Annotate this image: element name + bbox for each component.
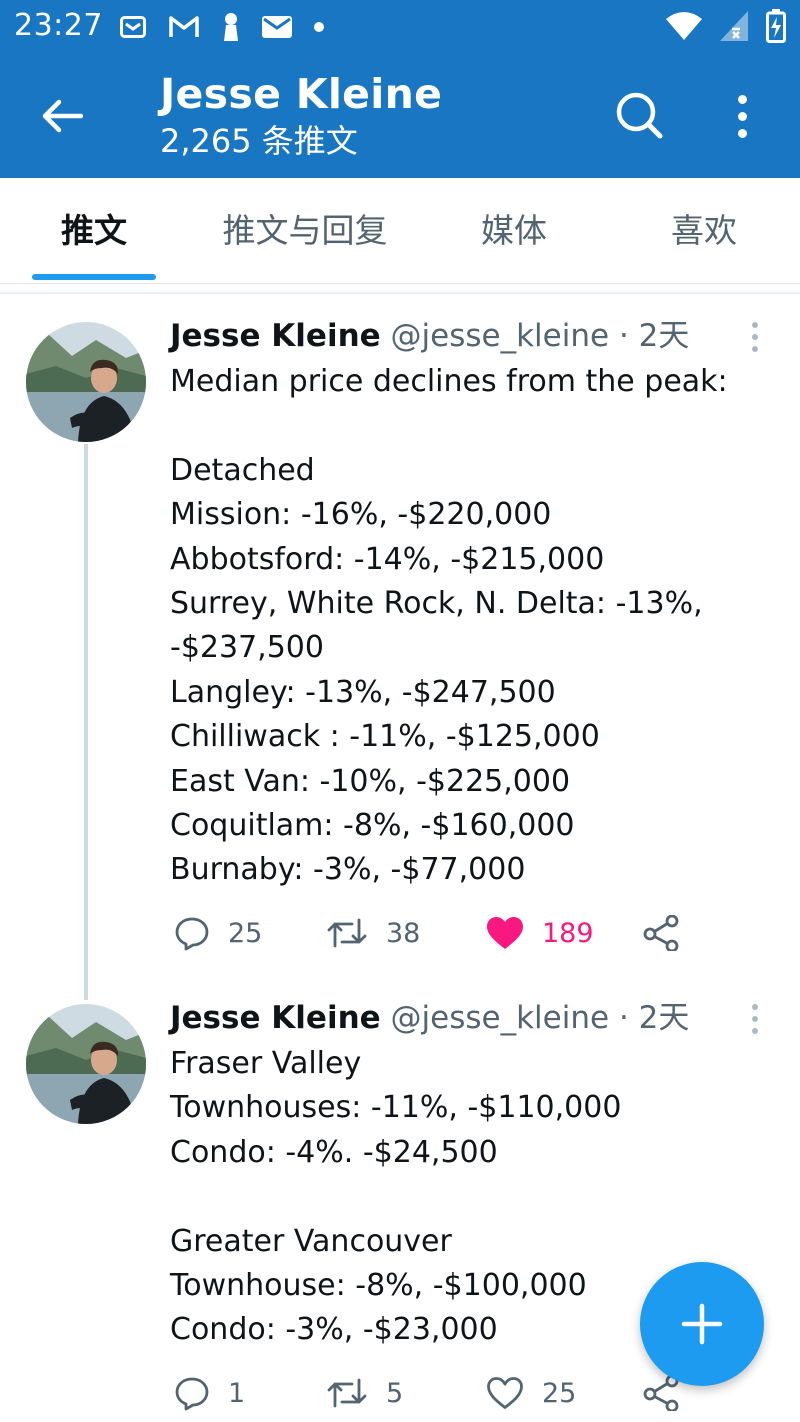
- tweet-line: Coquitlam: -8%, -$160,000: [170, 807, 575, 843]
- status-bar: 23:27: [0, 0, 800, 54]
- tweet-line: Abbotsford: -14%, -$215,000: [170, 541, 605, 577]
- like-button[interactable]: 189: [486, 910, 594, 956]
- tab-tweets-replies[interactable]: 推文与回复: [200, 206, 410, 256]
- tweet-line: Greater Vancouver: [170, 1223, 452, 1259]
- retweet-button[interactable]: 38: [326, 910, 420, 956]
- dot-icon: [314, 22, 324, 32]
- author-name[interactable]: Jesse Kleine: [170, 1000, 381, 1036]
- message-icon: [262, 16, 292, 38]
- back-button[interactable]: [36, 92, 88, 140]
- mail-icon: [120, 16, 146, 38]
- profile-header: Jesse Kleine 2,265 条推文: [160, 68, 442, 162]
- tweet-line: Burnaby: -3%, -$77,000: [170, 852, 526, 888]
- notification-icons: [120, 10, 324, 44]
- tweet-line: [170, 404, 750, 448]
- overflow-menu-button[interactable]: [724, 88, 760, 144]
- status-time: 23:27: [14, 8, 103, 43]
- more-vert-icon: [752, 1004, 758, 1010]
- thread-line: [84, 444, 88, 1000]
- app-bar: Jesse Kleine 2,265 条推文: [0, 54, 800, 178]
- avatar-photo: [26, 1004, 146, 1124]
- heart-filled-icon: [487, 917, 523, 949]
- author-handle[interactable]: @jesse_kleine: [391, 1000, 610, 1036]
- tweet-line: Detached: [170, 452, 315, 488]
- retweet-icon: [327, 918, 367, 948]
- tweet-line: Mission: -16%, -$220,000: [170, 497, 552, 533]
- author-handle[interactable]: @jesse_kleine: [391, 318, 610, 354]
- tab-tweets[interactable]: 推文: [32, 206, 156, 256]
- plus-icon: [681, 1303, 723, 1345]
- author-name[interactable]: Jesse Kleine: [170, 318, 381, 354]
- avatar[interactable]: [26, 322, 146, 442]
- retweet-count: 5: [386, 1377, 404, 1409]
- gmail-icon: [169, 16, 199, 37]
- retweet-count: 38: [386, 917, 421, 949]
- tweet-line: Langley: -13%, -$247,500: [170, 674, 556, 710]
- reply-icon: [175, 1377, 209, 1411]
- tab-likes[interactable]: 喜欢: [646, 206, 762, 256]
- separator-dot: ·: [618, 1000, 629, 1036]
- heart-outline-icon: [487, 1377, 523, 1409]
- share-button[interactable]: [642, 910, 680, 956]
- tweet-actions: 25 38 189: [170, 910, 690, 956]
- compose-tweet-button[interactable]: [640, 1262, 764, 1386]
- arrow-left-icon: [42, 99, 83, 133]
- reply-button[interactable]: 25: [174, 910, 262, 956]
- reply-count: 25: [228, 917, 263, 949]
- tweet-line: Chilliwack : -11%, -$125,000: [170, 719, 600, 755]
- search-button[interactable]: [612, 88, 668, 144]
- retweet-icon: [327, 1378, 367, 1408]
- tweet-line: Townhouses: -11%, -$110,000: [170, 1090, 622, 1126]
- battery-icon: [766, 9, 786, 43]
- like-count: 25: [542, 1377, 577, 1409]
- tweet-line: Condo: -4%. -$24,500: [170, 1134, 498, 1170]
- like-button[interactable]: 25: [486, 1370, 576, 1416]
- tweet-line: [170, 1175, 750, 1219]
- tab-media[interactable]: 媒体: [456, 206, 572, 256]
- separator-dot: ·: [618, 318, 629, 354]
- reply-button[interactable]: 1: [174, 1370, 245, 1416]
- reply-count: 1: [228, 1377, 246, 1409]
- tweet-text: Median price declines from the peak: Det…: [170, 360, 750, 893]
- share-icon: [643, 915, 679, 951]
- profile-tabs: 推文 推文与回复 媒体 喜欢: [0, 178, 800, 284]
- tweet-line: Surrey, White Rock, N. Delta: -13%,: [170, 585, 703, 621]
- tweet-actions: 1 5 25: [170, 1370, 690, 1416]
- tweet-more-button[interactable]: [748, 322, 762, 352]
- tweet-count: 2,265 条推文: [160, 122, 358, 160]
- wifi-icon: [666, 12, 702, 40]
- tweet-line: Median price declines from the peak:: [170, 364, 728, 399]
- tweet-header: Jesse Kleine @jesse_kleine · 2天: [170, 998, 689, 1038]
- more-vert-icon: [752, 322, 758, 328]
- tweet-line: Fraser Valley: [170, 1046, 362, 1081]
- tweet-header: Jesse Kleine @jesse_kleine · 2天: [170, 316, 689, 356]
- retweet-button[interactable]: 5: [326, 1370, 403, 1416]
- reply-icon: [175, 917, 209, 951]
- tweet-line: -$237,500: [170, 630, 324, 666]
- avatar-photo: [26, 322, 146, 442]
- avatar[interactable]: [26, 1004, 146, 1124]
- share-icon: [643, 1375, 679, 1411]
- tweet-more-button[interactable]: [748, 1004, 762, 1034]
- active-tab-indicator: [32, 274, 156, 280]
- tweet-time: 2天: [638, 1000, 690, 1036]
- signal-icon: [720, 11, 748, 41]
- tweet-time: 2天: [638, 318, 690, 354]
- tweet-line: East Van: -10%, -$225,000: [170, 763, 571, 799]
- like-count: 189: [542, 917, 594, 949]
- more-vert-icon: [737, 94, 747, 104]
- keyhole-icon: [224, 13, 238, 41]
- divider: [0, 292, 800, 294]
- search-icon: [616, 92, 663, 139]
- system-icons: [666, 8, 786, 44]
- page-title: Jesse Kleine: [160, 70, 443, 118]
